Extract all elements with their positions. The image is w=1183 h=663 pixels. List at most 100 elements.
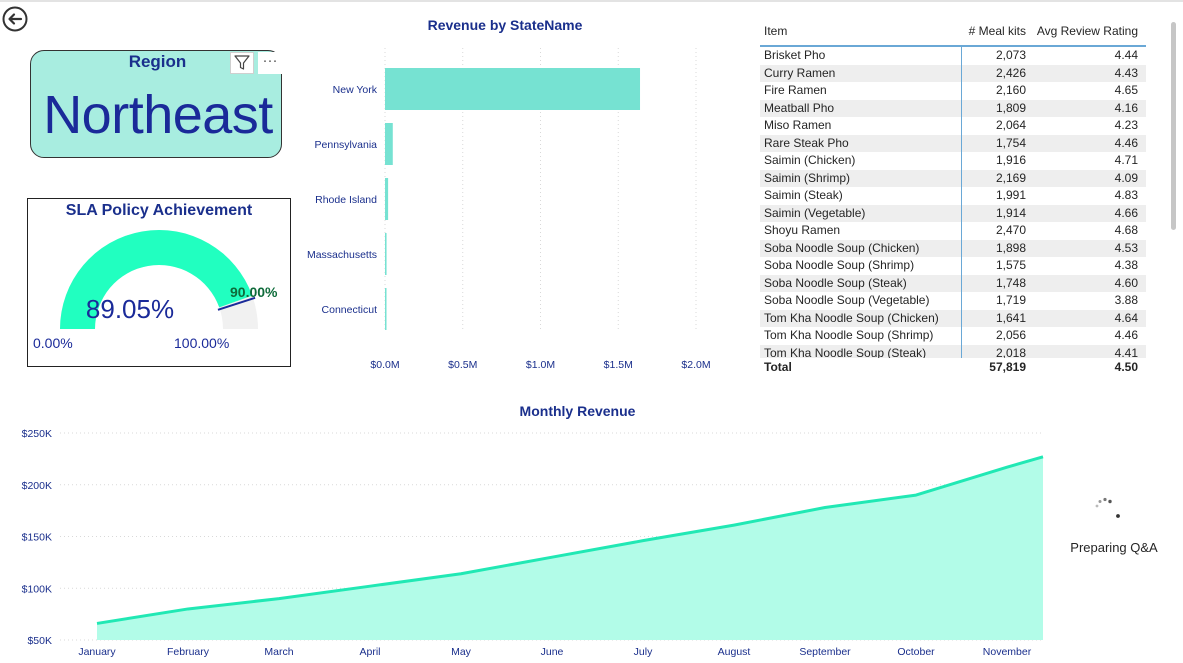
table-scrollbar[interactable]	[1171, 22, 1176, 230]
bar-connecticut[interactable]	[385, 288, 387, 330]
area-fill	[97, 456, 1043, 640]
line-x-tick-label: February	[167, 646, 210, 658]
table-row[interactable]: Rare Steak Pho 1,754 4.46	[760, 134, 1146, 152]
table-row[interactable]: Meatball Pho 1,809 4.16	[760, 99, 1146, 117]
line-chart: $250K $200K $150K $100K $50K January February M…	[22, 428, 1044, 658]
table-header-kits[interactable]: # Meal kits	[969, 20, 1026, 46]
table-cell-kits: 1,719	[995, 293, 1026, 307]
table-cell-kits: 1,991	[995, 188, 1026, 202]
table-cell-rating: 4.64	[1114, 310, 1138, 325]
table-cell-rating: 4.46	[1114, 328, 1138, 342]
table-total-row: Total 57,819 4.50	[760, 358, 1146, 376]
bar-x-tick-label: $2.0M	[681, 359, 710, 371]
table-row[interactable]: Brisket Pho 2,073 4.44	[760, 47, 1146, 65]
table-cell-item: Curry Ramen	[764, 65, 836, 80]
table-cell-kits: 1,898	[995, 240, 1026, 255]
table-cell-kits: 1,916	[995, 153, 1026, 167]
table-row[interactable]: Soba Noodle Soup (Vegetable) 1,719 3.88	[760, 292, 1146, 310]
more-options-icon: ···	[262, 52, 278, 69]
line-y-tick-label: $150K	[22, 532, 52, 544]
bar-category-label: Pennsylvania	[315, 139, 378, 151]
table-cell-item: Meatball Pho	[764, 100, 835, 115]
table-row[interactable]: Soba Noodle Soup (Chicken) 1,898 4.53	[760, 239, 1146, 257]
table-cell-rating: 4.71	[1114, 153, 1138, 167]
table-header-rating[interactable]: Avg Review Rating	[1037, 20, 1138, 46]
table-cell-rating: 4.66	[1114, 205, 1138, 220]
gauge-title: SLA Policy Achievement	[65, 202, 253, 219]
table-cell-rating: 4.46	[1114, 135, 1138, 150]
table-cell-kits: 1,914	[995, 205, 1026, 220]
table-row[interactable]: Tom Kha Noodle Soup (Chicken) 1,641 4.64	[760, 309, 1146, 327]
bar-pennsylvania[interactable]	[385, 123, 393, 165]
line-x-tick-label: June	[541, 646, 564, 658]
line-y-tick-label: $100K	[22, 583, 52, 595]
line-x-tick-label: March	[264, 646, 293, 658]
table-cell-kits: 1,641	[995, 310, 1026, 325]
table-row[interactable]: Curry Ramen 2,426 4.43	[760, 64, 1146, 82]
table-cell-kits: 2,470	[995, 223, 1026, 237]
more-options-button[interactable]: ···	[258, 52, 282, 74]
table-cell-item: Soba Noodle Soup (Steak)	[764, 275, 907, 290]
filter-button[interactable]	[230, 52, 254, 74]
table-row[interactable]: Shoyu Ramen 2,470 4.68	[760, 222, 1146, 240]
table-total-kits: 57,819	[989, 360, 1026, 374]
back-button[interactable]	[2, 6, 28, 32]
table-cell-item: Miso Ramen	[764, 118, 832, 132]
table-row[interactable]: Fire Ramen 2,160 4.65	[760, 82, 1146, 100]
table-cell-rating: 4.09	[1114, 170, 1138, 185]
table-header-item[interactable]: Item	[764, 20, 787, 46]
table-row[interactable]: Soba Noodle Soup (Shrimp) 1,575 4.38	[760, 257, 1146, 275]
table-cell-rating: 4.23	[1114, 118, 1138, 132]
line-x-tick-label: September	[799, 646, 851, 658]
table-cell-kits: 1,748	[995, 275, 1026, 290]
line-x-tick-label: October	[897, 646, 935, 658]
table-row[interactable]: Saimin (Steak) 1,991 4.83	[760, 187, 1146, 205]
table-cell-item: Shoyu Ramen	[764, 223, 841, 237]
bar-category-label: Massachusetts	[307, 249, 377, 261]
table-row[interactable]: Tom Kha Noodle Soup (Shrimp) 2,056 4.46	[760, 327, 1146, 345]
table-cell-rating: 4.44	[1114, 48, 1138, 62]
bar-x-tick-label: $1.0M	[526, 359, 555, 371]
bar-x-tick-label: $0.0M	[370, 359, 399, 371]
table-cell-item: Saimin (Vegetable)	[764, 205, 866, 220]
table-cell-item: Saimin (Shrimp)	[764, 170, 851, 185]
table-cell-kits: 1,809	[995, 100, 1026, 115]
table-row[interactable]: Saimin (Chicken) 1,916 4.71	[760, 152, 1146, 170]
back-arrow-icon	[2, 6, 28, 32]
table-row[interactable]: Saimin (Vegetable) 1,914 4.66	[760, 204, 1146, 222]
table-row[interactable]: Miso Ramen 2,064 4.23	[760, 117, 1146, 135]
bar-x-tick-label: $1.5M	[604, 359, 633, 371]
table-cell-kits: 2,064	[995, 118, 1026, 132]
bar-category-label: Rhode Island	[315, 194, 377, 206]
bar-massachusetts[interactable]	[385, 233, 387, 275]
line-y-tick-label: $200K	[22, 480, 52, 492]
region-card-value: Northeast	[43, 85, 273, 145]
table-row[interactable]: Saimin (Shrimp) 2,169 4.09	[760, 169, 1146, 187]
table-cell-item: Saimin (Chicken)	[764, 153, 856, 167]
table-total-label: Total	[764, 360, 792, 374]
table-cell-rating: 4.16	[1114, 100, 1138, 115]
bar-rhode-island[interactable]	[385, 178, 389, 220]
line-x-tick-label: May	[451, 646, 472, 658]
table-body[interactable]: Brisket Pho 2,073 4.44 Curry Ramen 2,426 4.43…	[760, 47, 1146, 374]
line-x-tick-label: April	[359, 646, 380, 658]
table-row[interactable]: Soba Noodle Soup (Steak) 1,748 4.60	[760, 274, 1146, 292]
table-cell-rating: 4.38	[1114, 258, 1138, 272]
line-x-tick-label: August	[718, 646, 751, 658]
table-column-divider	[961, 46, 962, 376]
table-total-rating: 4.50	[1114, 360, 1138, 374]
filter-icon	[234, 55, 250, 70]
loading-spinner-icon	[1095, 497, 1120, 518]
table-cell-rating: 4.60	[1114, 275, 1138, 290]
table-cell-rating: 4.65	[1114, 83, 1138, 97]
bar-chart: $0.0M $0.5M $1.0M $1.5M $2.0M New York Pennsyl…	[307, 48, 711, 371]
line-y-tick-label: $250K	[22, 428, 52, 440]
line-x-tick-label: November	[983, 646, 1032, 658]
table-cell-kits: 2,073	[995, 48, 1026, 62]
table-cell-kits: 2,160	[995, 83, 1026, 97]
bar-x-tick-label: $0.5M	[448, 359, 477, 371]
bar-new-york[interactable]	[385, 68, 641, 110]
table-cell-rating: 4.53	[1114, 240, 1138, 255]
table-cell-rating: 3.88	[1114, 293, 1138, 307]
gauge-min-label: 0.00%	[33, 335, 73, 351]
